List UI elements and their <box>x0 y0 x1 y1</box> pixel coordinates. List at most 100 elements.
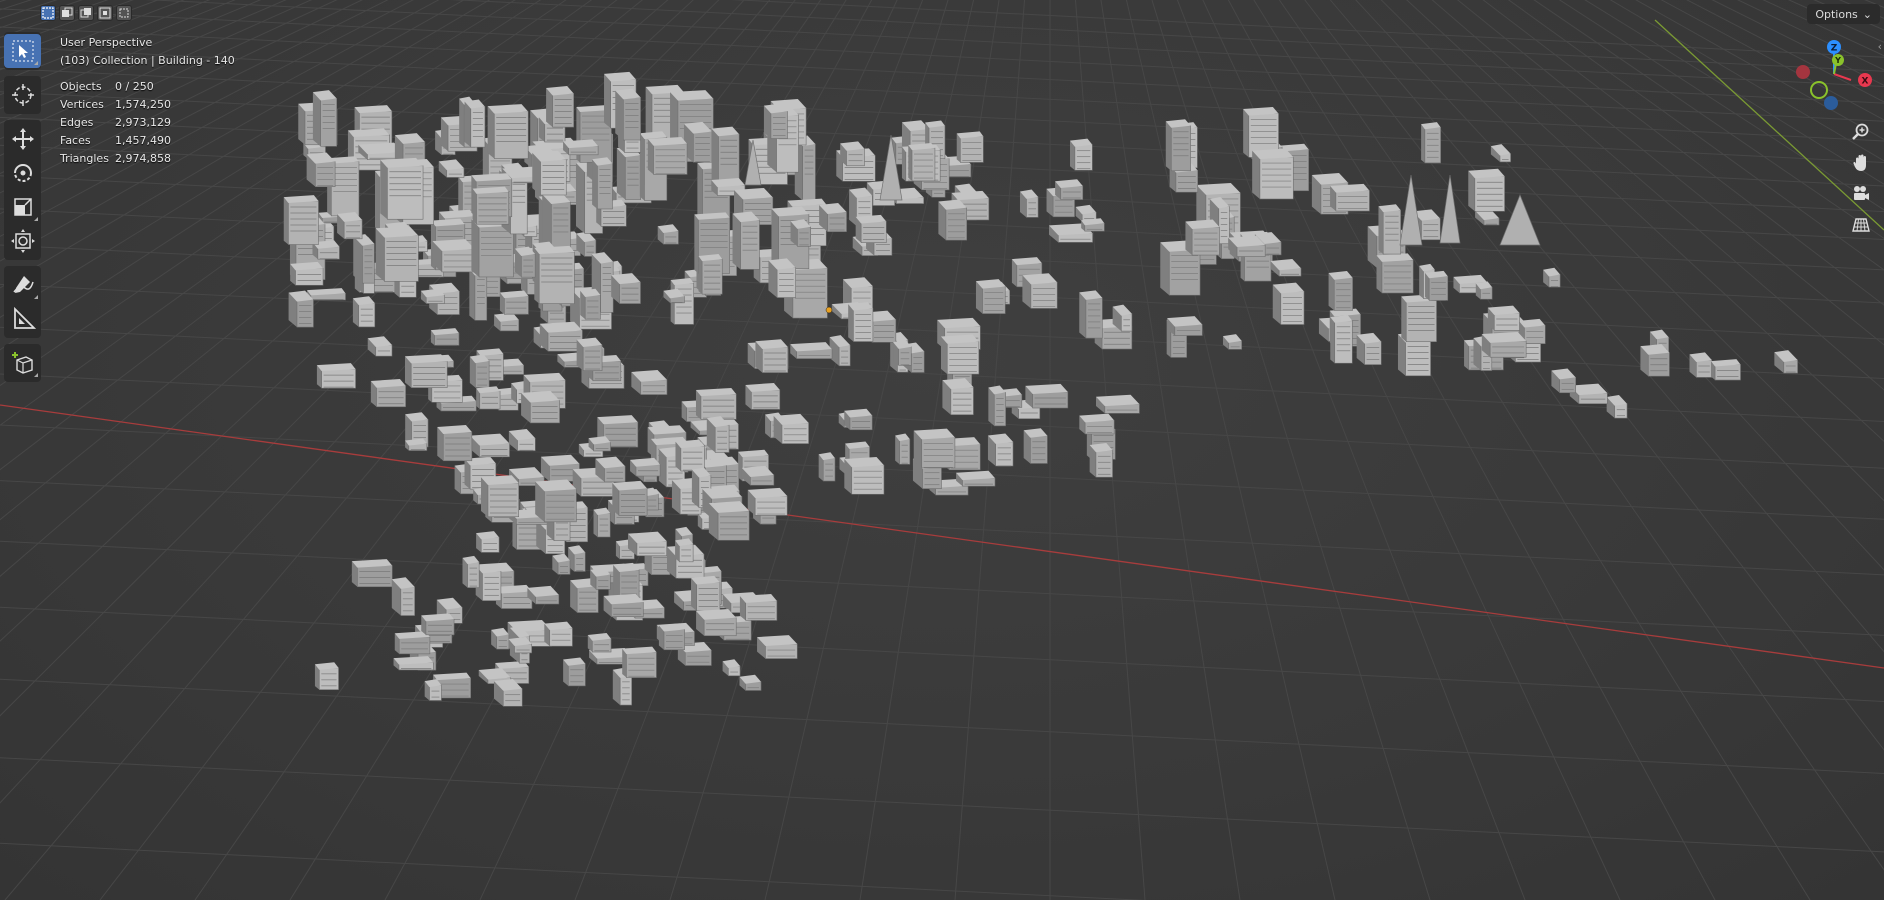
building-model <box>391 577 415 616</box>
building-model <box>532 150 567 196</box>
building-model <box>288 290 314 328</box>
collection-info: (103) Collection | Building - 140 <box>60 54 235 67</box>
select-extend-mode-icon[interactable] <box>59 5 75 21</box>
stat-label: Vertices <box>60 98 104 111</box>
building-model <box>695 387 737 420</box>
select-subtract-mode-icon[interactable] <box>78 5 94 21</box>
building-model <box>757 635 798 659</box>
city-buildings[interactable] <box>283 71 1798 707</box>
building-model <box>1272 282 1305 325</box>
building-model <box>494 312 520 332</box>
building-model <box>1481 331 1527 358</box>
building-model <box>696 609 737 637</box>
building-model <box>1330 183 1370 212</box>
building-model <box>476 531 500 553</box>
building-model <box>1070 138 1093 171</box>
options-dropdown[interactable]: Options ⌄ <box>1807 4 1880 24</box>
building-model <box>893 340 912 366</box>
building-model <box>1330 315 1353 364</box>
scale-tool-icon[interactable] <box>4 190 41 224</box>
building-model <box>1165 119 1191 172</box>
building-model <box>593 507 611 538</box>
building-model <box>616 146 641 200</box>
object-origin <box>825 306 833 314</box>
select-invert-mode-icon[interactable] <box>97 5 113 21</box>
building-model <box>544 621 573 647</box>
pan-hand-icon[interactable] <box>1847 149 1875 177</box>
building-model <box>698 254 723 295</box>
building-model <box>708 501 750 541</box>
tool-group-select <box>4 32 41 70</box>
gizmo-neg-x-handle[interactable] <box>1796 65 1810 79</box>
building-model <box>683 121 713 163</box>
building-model <box>546 86 574 128</box>
building-model <box>913 428 956 469</box>
building-model <box>848 302 874 342</box>
building-model <box>1551 368 1576 394</box>
building-model <box>1019 189 1039 218</box>
tool-shelf <box>4 32 41 388</box>
building-model <box>745 382 781 410</box>
building-model <box>658 623 685 651</box>
building-model <box>630 457 661 477</box>
building-model <box>1421 122 1441 164</box>
navigation-gizmo[interactable]: Z Y X <box>1788 36 1880 116</box>
ortho-grid-icon[interactable] <box>1847 211 1875 239</box>
building-model <box>487 104 529 159</box>
building-model <box>312 90 337 147</box>
measure-tool-icon[interactable] <box>4 302 41 336</box>
select-intersect-mode-icon[interactable] <box>116 5 132 21</box>
building-model <box>306 152 336 187</box>
tool-group-transform <box>4 120 41 260</box>
tower-model <box>1439 174 1461 244</box>
selection-mode-bar <box>40 5 132 21</box>
transform-tool-icon[interactable] <box>4 224 41 258</box>
building-model <box>612 480 648 516</box>
building-model <box>1079 413 1115 435</box>
gizmo-neg-y-handle[interactable] <box>1810 81 1828 99</box>
building-model <box>316 363 356 389</box>
move-tool-icon[interactable] <box>4 122 41 156</box>
stat-value: 2,973,129 <box>115 116 171 129</box>
options-label: Options <box>1815 7 1858 21</box>
select-box-tool-icon[interactable] <box>4 34 41 68</box>
building-model <box>732 211 760 270</box>
building-model <box>283 195 319 245</box>
building-model <box>1640 344 1670 377</box>
zoom-icon[interactable] <box>1847 118 1875 146</box>
annotate-tool-icon[interactable] <box>4 268 41 302</box>
building-model <box>1025 383 1069 409</box>
sidebar-collapse-icon[interactable]: ‹ <box>1878 40 1882 53</box>
stat-value: 1,574,250 <box>115 98 171 111</box>
camera-view-icon[interactable] <box>1847 180 1875 208</box>
building-model <box>1022 273 1058 309</box>
gizmo-neg-z-handle[interactable] <box>1824 96 1838 110</box>
building-model <box>1490 144 1511 163</box>
building-model <box>844 457 885 495</box>
building-model <box>462 555 480 588</box>
building-model <box>393 656 434 671</box>
building-model <box>469 354 490 388</box>
building-model <box>747 487 788 516</box>
building-model <box>647 137 688 175</box>
building-model <box>475 563 502 601</box>
add-cube-tool-icon[interactable] <box>4 346 41 380</box>
building-model <box>739 593 778 621</box>
cursor-tool-icon[interactable] <box>4 78 41 112</box>
stat-value: 1,457,490 <box>115 134 171 147</box>
rotate-tool-icon[interactable] <box>4 156 41 190</box>
scene-canvas[interactable] <box>0 0 1884 900</box>
chevron-down-icon: ⌄ <box>1862 7 1872 21</box>
building-model <box>568 545 586 572</box>
gizmo-y-label: Y <box>1834 56 1841 65</box>
select-box-mode-icon[interactable] <box>40 5 56 21</box>
building-model <box>739 674 762 691</box>
building-model <box>421 613 455 636</box>
building-model <box>508 429 536 451</box>
building-model <box>1023 428 1048 464</box>
building-model <box>790 342 833 359</box>
building-model <box>675 538 694 563</box>
building-model <box>773 413 809 444</box>
3d-viewport[interactable]: Options ⌄ User Perspective (103) Collect… <box>0 0 1884 900</box>
tool-options-corner <box>34 61 38 65</box>
